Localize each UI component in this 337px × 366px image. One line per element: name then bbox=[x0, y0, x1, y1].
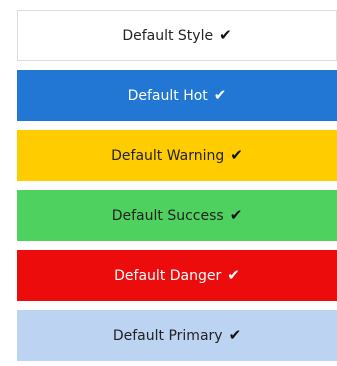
default-danger-button[interactable]: Default Danger ✔ bbox=[17, 250, 337, 301]
default-style-button[interactable]: Default Style ✔ bbox=[17, 10, 337, 61]
default-warning-button[interactable]: Default Warning ✔ bbox=[17, 130, 337, 181]
button-label: Default Warning bbox=[111, 147, 225, 164]
checkmark-icon: ✔ bbox=[227, 266, 240, 284]
checkmark-icon: ✔ bbox=[229, 206, 243, 224]
checkmark-icon: ✔ bbox=[230, 146, 243, 164]
button-label: Default Success bbox=[111, 207, 224, 224]
button-label: Default Hot bbox=[127, 87, 208, 104]
checkmark-icon: ✔ bbox=[219, 26, 232, 44]
button-stack: Default Style ✔ Default Hot ✔ Default Wa… bbox=[0, 0, 337, 366]
default-primary-button[interactable]: Default Primary ✔ bbox=[17, 310, 337, 361]
default-success-button[interactable]: Default Success ✔ bbox=[17, 190, 337, 241]
button-label: Default Danger bbox=[114, 267, 222, 284]
button-label: Default Primary bbox=[112, 327, 223, 344]
button-label: Default Style bbox=[122, 27, 214, 44]
checkmark-icon: ✔ bbox=[213, 86, 227, 104]
default-hot-button[interactable]: Default Hot ✔ bbox=[17, 70, 337, 121]
checkmark-icon: ✔ bbox=[228, 326, 242, 344]
